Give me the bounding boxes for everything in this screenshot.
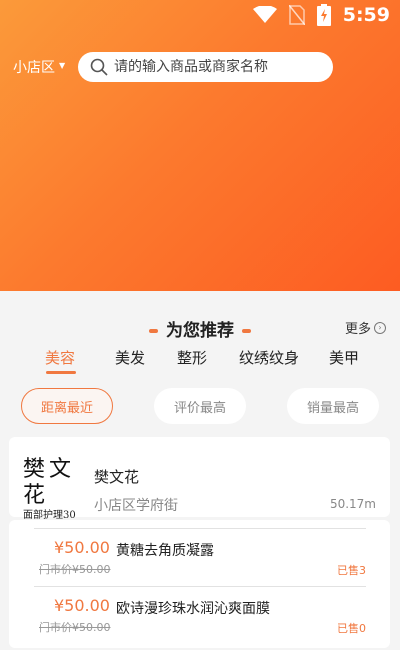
tab-plastic-surgery[interactable]: 整形 [177,347,207,368]
tab-beauty[interactable]: 美容 [45,347,75,368]
store-distance: 50.17m [329,497,376,511]
product-original-price: 门市价¥50.00 [39,563,111,576]
caret-down-icon: ▼ [59,60,66,70]
recommend-title: 为您推荐 [166,321,234,341]
search-icon [90,58,108,76]
battery-charging-icon [316,4,331,26]
active-tab-indicator [46,371,76,374]
chevron-right-icon: › [374,321,386,334]
tab-tattoo[interactable]: 纹绣纹身 [239,347,299,368]
recommend-header: 为您推荐 [0,316,400,341]
search-bar[interactable] [78,52,333,82]
product-sold-count: 已售3 [337,564,366,577]
title-dash-right [242,329,251,333]
location-selector[interactable]: 小店区 ▼ [13,57,65,77]
logo-text: 樊文花 [23,457,76,508]
store-card[interactable]: 樊文花 面部护理30 樊文花 小店区学府街 50.17m [9,437,390,521]
product-item[interactable]: ¥50.00 欧诗漫珍珠水润沁爽面膜 门市价¥50.00 已售0 [34,586,366,644]
status-time: 5:59 [342,4,390,26]
product-sold-count: 已售0 [337,622,366,635]
product-price: ¥50.00 [54,596,110,615]
hero-banner[interactable] [0,0,400,291]
filter-nearest[interactable]: 距离最近 [21,388,113,424]
location-label: 小店区 [13,60,55,76]
more-label: 更多 [344,322,371,337]
product-price: ¥50.00 [54,538,110,557]
product-original-price: 门市价¥50.00 [39,621,111,634]
product-name: 欧诗漫珍珠水润沁爽面膜 [116,601,270,617]
store-address: 小店区学府街 [94,498,178,514]
filter-best-selling[interactable]: 销量最高 [287,388,379,424]
wifi-icon [252,6,277,23]
product-item[interactable]: ¥50.00 黄糖去角质凝露 门市价¥50.00 已售3 [34,528,366,586]
more-button[interactable]: 更多 › [345,318,386,337]
search-input[interactable] [114,59,324,75]
no-sim-icon [288,5,305,25]
recommend-panel: 为您推荐 更多 › 美容 美发 整形 纹绣纹身 美甲 距离最近 评价最高 销量最… [0,291,400,650]
product-list: ¥50.00 黄糖去角质凝露 门市价¥50.00 已售3 ¥50.00 欧诗漫珍… [9,520,390,648]
sort-filters: 距离最近 评价最高 销量最高 [0,388,400,424]
filter-top-rated[interactable]: 评价最高 [154,388,246,424]
title-dash-left [149,329,158,333]
tab-hair[interactable]: 美发 [115,347,145,368]
product-name: 黄糖去角质凝露 [116,543,214,559]
tab-nails[interactable]: 美甲 [329,347,359,368]
status-bar: 5:59 [0,0,400,36]
store-logo: 樊文花 面部护理30 [23,457,99,521]
store-name: 樊文花 [94,468,140,486]
